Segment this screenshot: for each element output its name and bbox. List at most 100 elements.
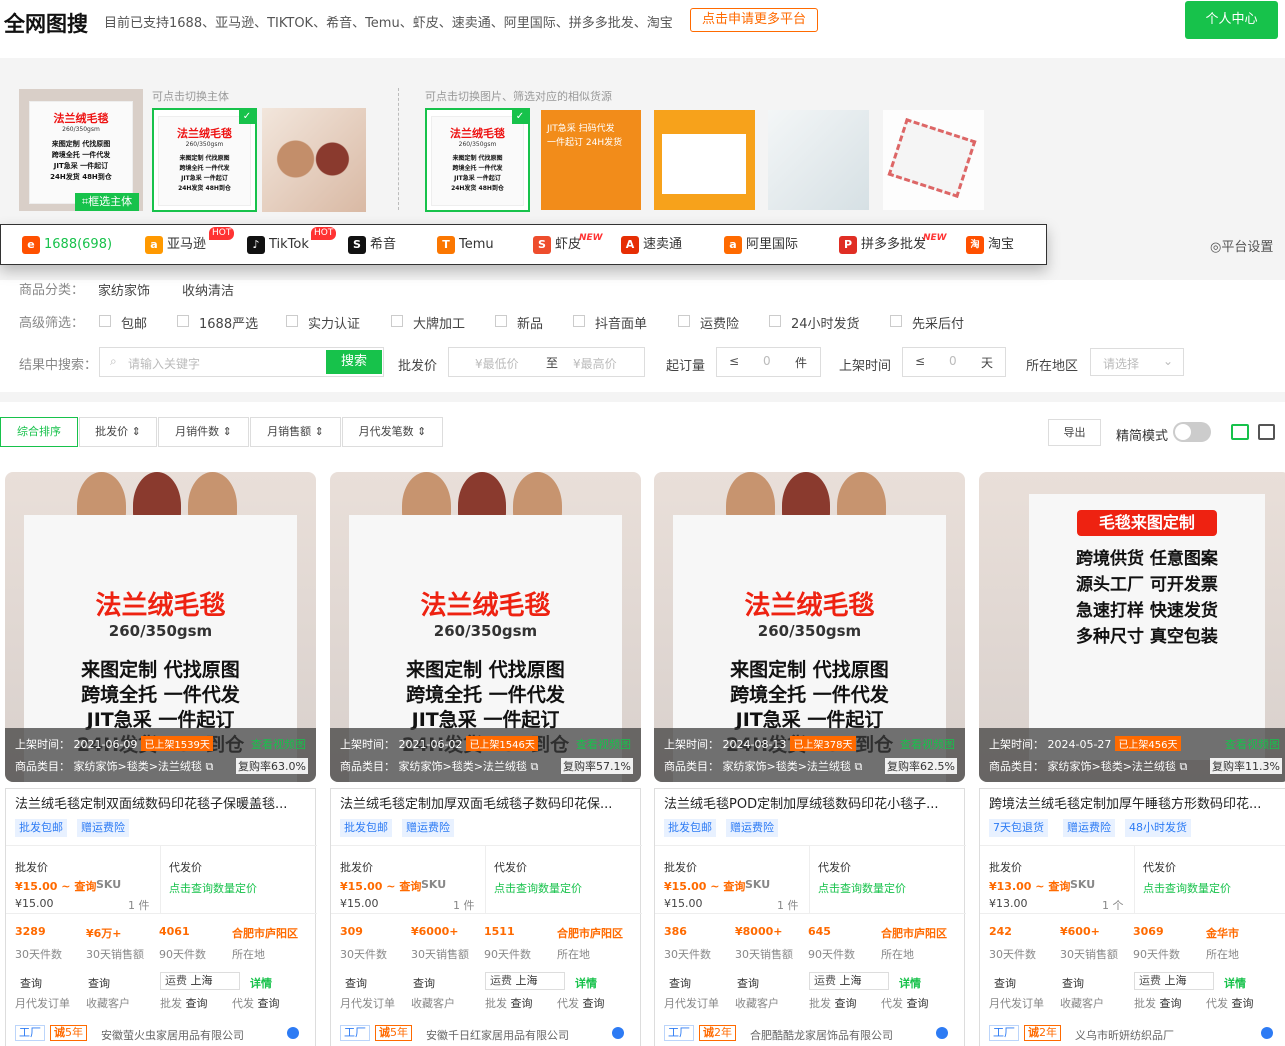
company-name[interactable]: 安徽千日红家居用品有限公司 (426, 1027, 569, 1043)
company-name[interactable]: 合肥酷酷龙家居饰品有限公司 (750, 1027, 893, 1043)
subject-crop-thumb-faces[interactable] (262, 108, 366, 212)
platform-tab-amazon[interactable]: a亚马逊HOT (145, 234, 206, 256)
checkbox-free-shipping[interactable] (99, 315, 111, 327)
similar-thumb-selected[interactable]: 法兰绒毛毯 260/350gsm 来图定制 代找原图跨境全托 一件代发JIT急采… (425, 108, 530, 212)
copy-icon[interactable]: ⧉ (1179, 760, 1187, 773)
freight-city-select[interactable]: 运费 上海 (160, 972, 240, 990)
checkbox-24h-shipping[interactable] (769, 315, 781, 327)
similar-thumb-orange[interactable]: JIT急采 扫码代发一件起订 24H发货 (541, 110, 641, 210)
platform-tab-shopee[interactable]: S虾皮NEW (533, 234, 581, 256)
query-dropship-price-link[interactable]: 点击查询数量定价 (818, 880, 906, 896)
query-fav-customers-link[interactable]: 查询 (413, 975, 435, 991)
wholesale-price[interactable]: ¥15.00 ~ 查询 (15, 878, 96, 894)
product-title[interactable]: 法兰绒毛毯定制加厚双面毛绒毯子数码印花保... (340, 793, 612, 812)
query-monthly-orders-link[interactable]: 查询 (20, 975, 42, 991)
product-title[interactable]: 法兰绒毛毯POD定制加厚绒毯数码印花小毯子... (664, 793, 938, 812)
original-image-thumb[interactable]: 法兰绒毛毯 260/350gsm 来图定制 代找原图跨境全托 一件代发JIT急采… (19, 89, 143, 211)
freight-city-select[interactable]: 运费 上海 (809, 972, 889, 990)
search-button[interactable]: 搜索 (326, 350, 382, 374)
freight-detail-link[interactable]: 详情 (899, 975, 921, 991)
price-range-input[interactable]: ¥最低价 至 ¥最高价 (448, 347, 645, 377)
platform-tab-1688[interactable]: e1688(698) (22, 234, 112, 256)
view-video-link[interactable]: 查看视频图 (900, 736, 955, 752)
similar-thumb-banner[interactable] (654, 110, 755, 210)
checkbox-certified[interactable] (286, 315, 298, 327)
frame-subject-button[interactable]: ⌗框选主体 (75, 193, 139, 211)
list-view-icon[interactable] (1258, 424, 1275, 440)
platform-tab-alibaba[interactable]: a阿里国际 (724, 234, 798, 256)
query-monthly-orders-link[interactable]: 查询 (669, 975, 691, 991)
sort-monthly-revenue[interactable]: 月销售额 ⇕ (250, 417, 341, 447)
checkbox-douyin-waybill[interactable] (573, 315, 585, 327)
product-image[interactable]: 法兰绒毛毯 260/350gsm 来图定制 代找原图跨境全托 一件代发JIT急采… (330, 472, 641, 782)
sort-wholesale-price[interactable]: 批发价 ⇕ (79, 417, 157, 447)
freight-detail-link[interactable]: 详情 (250, 975, 272, 991)
view-video-link[interactable]: 查看视频图 (1225, 736, 1280, 752)
query-fav-customers-link[interactable]: 查询 (737, 975, 759, 991)
copy-icon[interactable]: ⧉ (530, 760, 538, 773)
sort-monthly-units[interactable]: 月销件数 ⇕ (158, 417, 249, 447)
dropship-freight[interactable]: 代发 查询 (232, 995, 280, 1011)
product-card[interactable]: 法兰绒毛毯 260/350gsm 来图定制 代找原图跨境全托 一件代发JIT急采… (330, 472, 641, 1046)
query-dropship-price-link[interactable]: 点击查询数量定价 (169, 880, 257, 896)
chat-icon[interactable] (1261, 1027, 1273, 1039)
user-center-button[interactable]: 个人中心 (1185, 1, 1278, 39)
wholesale-price[interactable]: ¥13.00 ~ 查询 (989, 878, 1070, 894)
chat-icon[interactable] (936, 1027, 948, 1039)
platform-tab-temu[interactable]: TTemu (437, 234, 494, 256)
compact-mode-toggle[interactable] (1173, 422, 1211, 442)
copy-icon[interactable]: ⧉ (205, 760, 213, 773)
grid-view-icon[interactable] (1231, 424, 1249, 440)
category-home-textile[interactable]: 家纺家饰 (98, 280, 150, 299)
company-name[interactable]: 安徽萤火虫家居用品有限公司 (101, 1027, 244, 1043)
chat-icon[interactable] (612, 1027, 624, 1039)
product-card[interactable]: 毛毯来图定制 跨境供货 任意图案源头工厂 可开发票急速打样 快速发货多种尺寸 真… (979, 472, 1285, 1046)
query-dropship-price-link[interactable]: 点击查询数量定价 (494, 880, 582, 896)
chat-icon[interactable] (287, 1027, 299, 1039)
wholesale-price[interactable]: ¥15.00 ~ 查询 (340, 878, 421, 894)
dropship-freight[interactable]: 代发 查询 (1206, 995, 1254, 1011)
apply-more-platforms-button[interactable]: 点击申请更多平台 (690, 8, 818, 32)
wholesale-freight[interactable]: 批发 查询 (1134, 995, 1182, 1011)
moq-input[interactable]: ≤ 0 件 (716, 347, 821, 377)
platform-tab-taobao[interactable]: 淘淘宝 (966, 234, 1014, 256)
product-title[interactable]: 跨境法兰绒毛毯定制加厚午睡毯方形数码印花... (989, 793, 1261, 812)
freight-city-select[interactable]: 运费 上海 (485, 972, 565, 990)
dropship-freight[interactable]: 代发 查询 (881, 995, 929, 1011)
query-dropship-price-link[interactable]: 点击查询数量定价 (1143, 880, 1231, 896)
platform-tab-shein[interactable]: S希音 (348, 234, 396, 256)
sort-monthly-dropship[interactable]: 月代发笔数 ⇕ (342, 417, 443, 447)
company-name[interactable]: 义乌市昕妍纺织品厂 (1075, 1027, 1174, 1043)
export-button[interactable]: 导出 (1048, 419, 1101, 446)
freight-detail-link[interactable]: 详情 (1224, 975, 1246, 991)
checkbox-brand-oem[interactable] (391, 315, 403, 327)
query-fav-customers-link[interactable]: 查询 (88, 975, 110, 991)
query-monthly-orders-link[interactable]: 查询 (345, 975, 367, 991)
product-title[interactable]: 法兰绒毛毯定制双面绒数码印花毯子保暖盖毯... (15, 793, 287, 812)
product-image[interactable]: 法兰绒毛毯 260/350gsm 来图定制 代找原图跨境全托 一件代发JIT急采… (654, 472, 965, 782)
freight-detail-link[interactable]: 详情 (575, 975, 597, 991)
product-card[interactable]: 法兰绒毛毯 260/350gsm 来图定制 代找原图跨境全托 一件代发JIT急采… (654, 472, 965, 1046)
category-storage-cleaning[interactable]: 收纳清洁 (182, 280, 234, 299)
product-card[interactable]: 法兰绒毛毯 260/350gsm 来图定制 代找原图跨境全托 一件代发JIT急采… (5, 472, 316, 1046)
product-image[interactable]: 法兰绒毛毯 260/350gsm 来图定制 代找原图跨境全托 一件代发JIT急采… (5, 472, 316, 782)
freight-city-select[interactable]: 运费 上海 (1134, 972, 1214, 990)
view-video-link[interactable]: 查看视频图 (251, 736, 306, 752)
platform-tab-tiktok[interactable]: ♪TikTokHOT (247, 234, 309, 256)
query-monthly-orders-link[interactable]: 查询 (994, 975, 1016, 991)
sort-comprehensive[interactable]: 综合排序 (0, 417, 78, 447)
checkbox-new[interactable] (495, 315, 507, 327)
query-fav-customers-link[interactable]: 查询 (1062, 975, 1084, 991)
wholesale-freight[interactable]: 批发 查询 (485, 995, 533, 1011)
similar-thumb-white[interactable] (768, 110, 869, 210)
platform-tab-aliexpress[interactable]: A速卖通 (621, 234, 682, 256)
wholesale-price[interactable]: ¥15.00 ~ 查询 (664, 878, 745, 894)
copy-icon[interactable]: ⧉ (854, 760, 862, 773)
subject-crop-thumb-selected[interactable]: 法兰绒毛毯 260/350gsm 来图定制 代找原图跨境全托 一件代发JIT急采… (152, 108, 257, 212)
region-select[interactable]: 请选择 ⌄ (1090, 348, 1184, 376)
wholesale-freight[interactable]: 批发 查询 (809, 995, 857, 1011)
checkbox-buy-now-pay-later[interactable] (890, 315, 902, 327)
checkbox-1688-select[interactable] (177, 315, 189, 327)
dropship-freight[interactable]: 代发 查询 (557, 995, 605, 1011)
listed-time-input[interactable]: ≤ 0 天 (902, 347, 1006, 377)
